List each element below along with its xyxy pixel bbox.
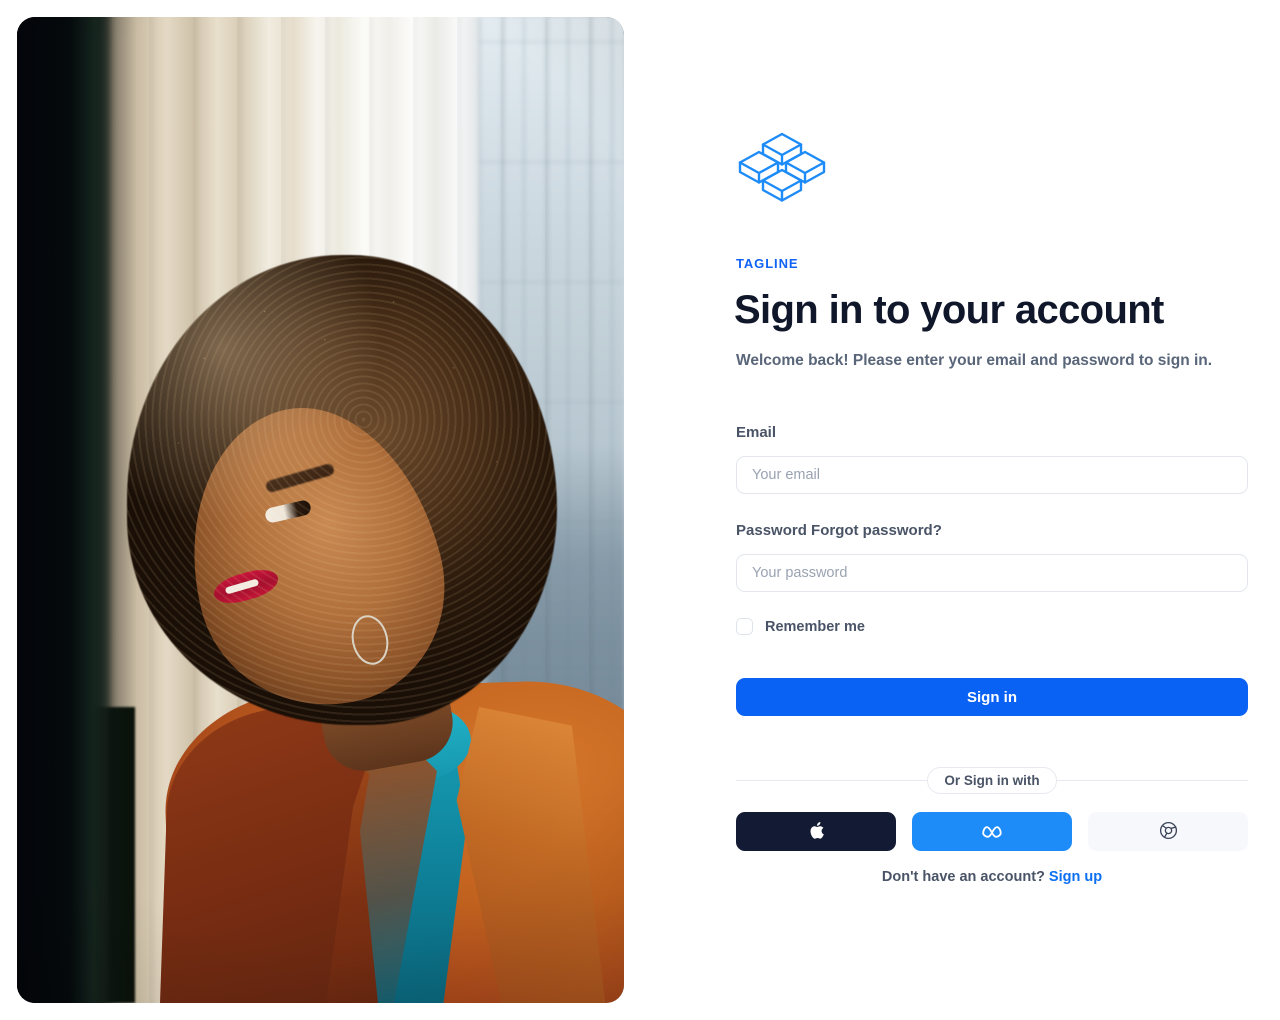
sign-in-with-meta-button[interactable] <box>912 812 1072 851</box>
signin-page: TAGLINE Sign in to your account Welcome … <box>0 0 1280 1020</box>
page-subtitle: Welcome back! Please enter your email an… <box>736 352 1213 369</box>
sign-in-button[interactable]: Sign in <box>736 678 1248 716</box>
sign-in-with-apple-button[interactable] <box>736 812 896 851</box>
signin-form-panel: TAGLINE Sign in to your account Welcome … <box>734 0 1248 1020</box>
divider-label: Or Sign in with <box>927 766 1057 794</box>
portrait-subject <box>17 17 624 1003</box>
email-label: Email <box>736 424 777 441</box>
sign-in-with-google-button[interactable] <box>1088 812 1248 851</box>
password-label: Password Forgot password? <box>736 522 942 539</box>
social-divider: Or Sign in with <box>736 766 1248 794</box>
hero-image-stage <box>17 17 624 1003</box>
email-input[interactable] <box>736 456 1248 494</box>
isometric-cubes-logo-icon <box>736 130 828 209</box>
password-input[interactable] <box>736 554 1248 592</box>
tagline: TAGLINE <box>736 256 799 271</box>
remember-me-checkbox[interactable] <box>736 618 753 635</box>
remember-me-label: Remember me <box>765 618 865 635</box>
hair-rim-light <box>127 255 557 725</box>
signup-link[interactable]: Sign up <box>1049 869 1102 885</box>
signup-prompt-text: Don't have an account? <box>881 869 1045 885</box>
meta-icon <box>981 823 1003 841</box>
page-title: Sign in to your account <box>734 288 1164 332</box>
signup-prompt: Don't have an account? Sign up <box>736 869 1248 885</box>
hero-image <box>17 17 624 1003</box>
remember-me-row[interactable]: Remember me <box>736 618 865 635</box>
chrome-icon <box>1159 821 1178 843</box>
apple-icon <box>808 821 825 843</box>
social-login-row <box>736 812 1248 851</box>
